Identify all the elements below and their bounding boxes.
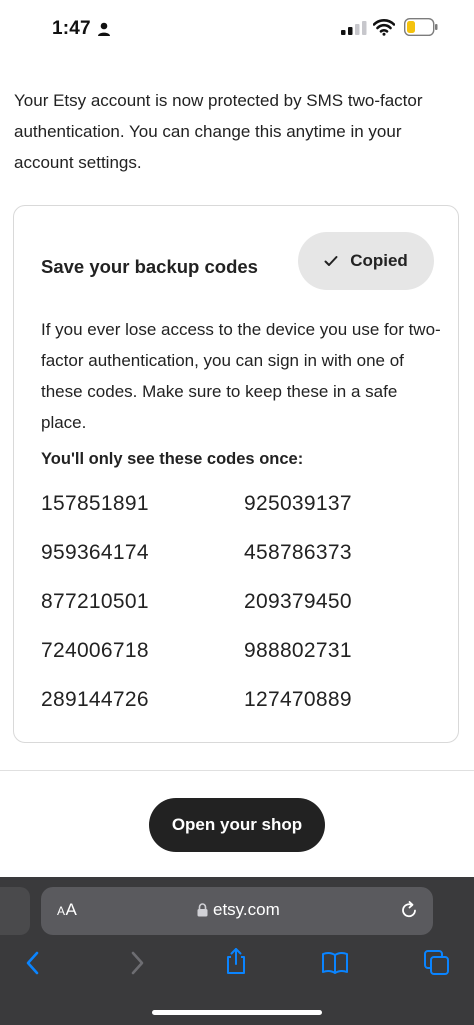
- backup-code: 289144726: [41, 688, 149, 711]
- copied-label: Copied: [350, 251, 408, 270]
- share-icon[interactable]: [222, 947, 250, 975]
- card-title: Save your backup codes: [41, 256, 258, 277]
- backup-code: 209379450: [244, 590, 352, 613]
- browser-toolbar: AA etsy.com: [0, 877, 474, 1025]
- card-description: If you ever lose access to the device yo…: [41, 320, 441, 432]
- reload-icon[interactable]: [399, 900, 419, 920]
- copied-button[interactable]: Copied: [298, 232, 434, 290]
- tabs-icon[interactable]: [423, 949, 451, 977]
- divider: [0, 770, 474, 771]
- url-text: etsy.com: [213, 900, 280, 919]
- backup-code: 724006718: [41, 639, 149, 662]
- back-chevron-icon[interactable]: [20, 949, 48, 977]
- status-time: 1:47: [52, 18, 91, 39]
- codes-heading: You'll only see these codes once:: [41, 450, 304, 468]
- backup-code: 988802731: [244, 639, 352, 662]
- person-icon: [98, 22, 110, 36]
- backup-code: 959364174: [41, 541, 149, 564]
- wifi-icon: [373, 19, 395, 36]
- backup-code: 127470889: [244, 688, 352, 711]
- check-icon: [324, 256, 338, 266]
- intro-text: Your Etsy account is now protected by SM…: [14, 91, 423, 172]
- lock-icon: [197, 903, 208, 917]
- backup-code: 157851891: [41, 492, 149, 515]
- signal-icon: [341, 21, 367, 35]
- backup-codes-card: Save your backup codes Copied If you eve…: [13, 205, 459, 743]
- open-shop-button[interactable]: Open your shop: [149, 798, 325, 852]
- backup-code: 925039137: [244, 492, 352, 515]
- home-indicator: [152, 1010, 322, 1015]
- status-bar: 1:47: [0, 0, 474, 58]
- backup-code: 877210501: [41, 590, 149, 613]
- previous-tab-preview[interactable]: [0, 887, 30, 935]
- battery-icon: [404, 18, 438, 36]
- reader-options-button[interactable]: AA: [57, 900, 77, 920]
- forward-chevron-icon[interactable]: [122, 949, 150, 977]
- address-bar[interactable]: AA etsy.com: [41, 887, 433, 935]
- codes-grid: 157851891 925039137 959364174 458786373 …: [41, 489, 421, 714]
- bookmarks-icon[interactable]: [321, 949, 349, 977]
- backup-code: 458786373: [244, 541, 352, 564]
